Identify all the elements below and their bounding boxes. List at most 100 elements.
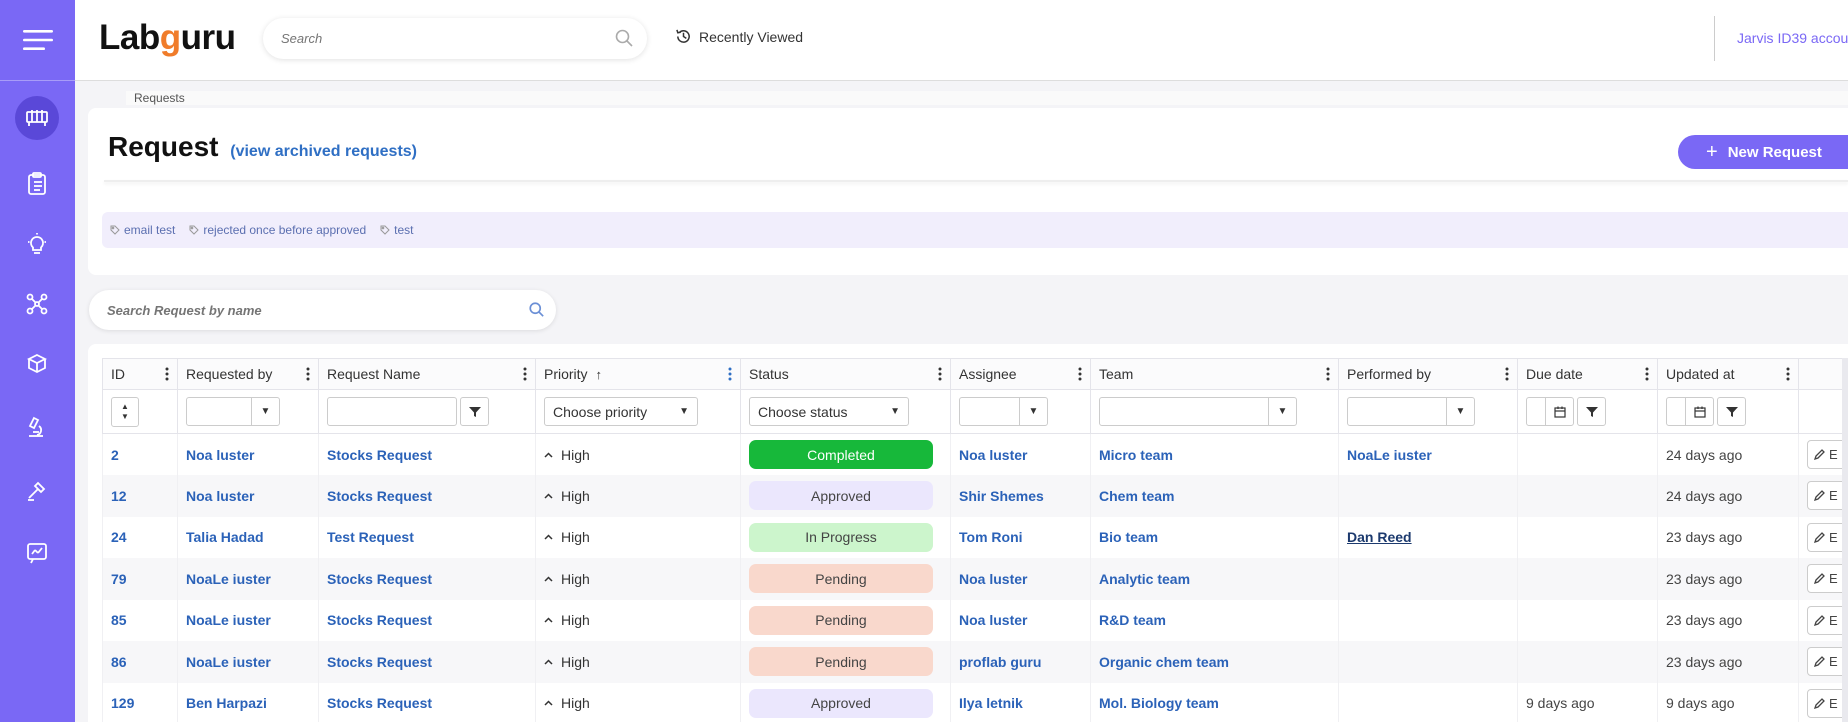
cell-team[interactable]: Organic chem team <box>1090 641 1339 683</box>
table-row[interactable]: 79 NoaLe iuster Stocks Request High Pend… <box>102 558 1848 600</box>
edit-button[interactable]: E <box>1807 440 1847 469</box>
cell-assignee[interactable]: Shir Shemes <box>950 475 1091 517</box>
cell-request-name[interactable]: Stocks Request <box>318 641 536 683</box>
rail-ideas[interactable] <box>15 222 59 266</box>
cell-performed-by[interactable] <box>1338 599 1518 641</box>
filter-button[interactable] <box>1717 397 1746 426</box>
edit-button[interactable]: E <box>1807 647 1847 677</box>
kebab-icon[interactable] <box>306 367 310 381</box>
column-header-requested-by[interactable]: Requested by <box>177 358 319 390</box>
cell-team[interactable]: Mol. Biology team <box>1090 682 1339 722</box>
cell-requested-by[interactable]: Noa luster <box>177 433 319 475</box>
rail-molecules[interactable] <box>15 282 59 326</box>
tag-chip[interactable]: email test <box>110 223 175 237</box>
account-link[interactable]: Jarvis ID39 accou <box>1737 30 1848 46</box>
cell-team[interactable]: Chem team <box>1090 475 1339 517</box>
request-name-filter-input[interactable] <box>327 397 457 426</box>
table-row[interactable]: 12 Noa luster Stocks Request High Approv… <box>102 475 1848 517</box>
cell-performed-by[interactable]: Dan Reed <box>1338 516 1518 558</box>
column-header-performed-by[interactable]: Performed by <box>1338 358 1518 390</box>
table-row[interactable]: 2 Noa luster Stocks Request High Complet… <box>102 433 1848 475</box>
cell-id[interactable]: 86 <box>102 641 178 683</box>
cell-team[interactable]: Analytic team <box>1090 558 1339 600</box>
column-header-team[interactable]: Team <box>1090 358 1339 390</box>
cell-id[interactable]: 85 <box>102 599 178 641</box>
cell-assignee[interactable]: proflab guru <box>950 641 1091 683</box>
edit-button[interactable]: E <box>1807 605 1847 635</box>
recently-viewed[interactable]: Recently Viewed <box>675 28 803 45</box>
cell-team[interactable]: Bio team <box>1090 516 1339 558</box>
column-header-updated-at[interactable]: Updated at <box>1657 358 1799 390</box>
cell-requested-by[interactable]: NoaLe iuster <box>177 599 319 641</box>
view-archived-link[interactable]: (view archived requests) <box>230 143 417 160</box>
requested-by-filter[interactable]: ▼ <box>186 397 280 426</box>
table-row[interactable]: 129 Ben Harpazi Stocks Request High Appr… <box>102 682 1848 722</box>
tag-chip[interactable]: rejected once before approved <box>189 223 366 237</box>
cell-request-name[interactable]: Test Request <box>318 516 536 558</box>
filter-button[interactable] <box>460 397 489 426</box>
rail-equipment[interactable] <box>15 96 59 140</box>
request-search-input[interactable] <box>89 290 509 330</box>
cell-performed-by[interactable] <box>1338 641 1518 683</box>
cell-id[interactable]: 2 <box>102 433 178 475</box>
vertical-scrollbar[interactable] <box>1842 358 1848 722</box>
edit-button[interactable]: E <box>1807 522 1847 552</box>
kebab-icon[interactable] <box>1645 367 1649 381</box>
kebab-icon[interactable] <box>1505 367 1509 381</box>
cell-requested-by[interactable]: NoaLe iuster <box>177 641 319 683</box>
kebab-icon[interactable] <box>1078 367 1082 381</box>
cell-team[interactable]: R&D team <box>1090 599 1339 641</box>
edit-button[interactable]: E <box>1807 564 1847 594</box>
sort-toggle-button[interactable]: ▲ ▼ <box>111 397 139 427</box>
performed-by-filter[interactable]: ▼ <box>1347 397 1475 426</box>
column-header-status[interactable]: Status <box>740 358 951 390</box>
search-icon[interactable] <box>615 29 633 47</box>
cell-request-name[interactable]: Stocks Request <box>318 558 536 600</box>
table-row[interactable]: 85 NoaLe iuster Stocks Request High Pend… <box>102 599 1848 641</box>
cell-requested-by[interactable]: Noa luster <box>177 475 319 517</box>
cell-id[interactable]: 129 <box>102 682 178 722</box>
kebab-icon[interactable] <box>523 367 527 381</box>
edit-button[interactable]: E <box>1807 688 1847 718</box>
assignee-filter[interactable]: ▼ <box>959 397 1048 426</box>
cell-team[interactable]: Micro team <box>1090 433 1339 475</box>
cell-request-name[interactable]: Stocks Request <box>318 433 536 475</box>
team-filter[interactable]: ▼ <box>1099 397 1297 426</box>
rail-tasks[interactable] <box>15 162 59 206</box>
cell-assignee[interactable]: Noa luster <box>950 599 1091 641</box>
edit-button[interactable]: E <box>1807 481 1847 511</box>
cell-performed-by[interactable] <box>1338 682 1518 722</box>
kebab-icon[interactable] <box>1786 367 1790 381</box>
cell-assignee[interactable]: Tom Roni <box>950 516 1091 558</box>
column-header-id[interactable]: ID <box>102 358 178 390</box>
cell-request-name[interactable]: Stocks Request <box>318 599 536 641</box>
kebab-icon[interactable] <box>165 367 169 381</box>
labguru-logo[interactable]: Labguru <box>99 18 236 58</box>
rail-microscope[interactable] <box>15 405 59 449</box>
column-header-request-name[interactable]: Request Name <box>318 358 536 390</box>
cell-request-name[interactable]: Stocks Request <box>318 475 536 517</box>
global-search-input[interactable] <box>263 18 583 59</box>
breadcrumb[interactable]: Requests <box>126 91 1848 105</box>
cell-request-name[interactable]: Stocks Request <box>318 682 536 722</box>
new-request-button[interactable]: + New Request <box>1678 135 1848 169</box>
rail-tools[interactable] <box>15 468 59 512</box>
cell-id[interactable]: 24 <box>102 516 178 558</box>
cell-id[interactable]: 79 <box>102 558 178 600</box>
table-row[interactable]: 24 Talia Hadad Test Request High In Prog… <box>102 516 1848 558</box>
column-header-assignee[interactable]: Assignee <box>950 358 1091 390</box>
cell-assignee[interactable]: Noa luster <box>950 558 1091 600</box>
kebab-icon[interactable] <box>728 367 732 381</box>
column-header-due-date[interactable]: Due date <box>1517 358 1658 390</box>
kebab-icon[interactable] <box>1326 367 1330 381</box>
cell-assignee[interactable]: Noa luster <box>950 433 1091 475</box>
due-date-filter[interactable] <box>1526 397 1574 426</box>
cell-requested-by[interactable]: Talia Hadad <box>177 516 319 558</box>
tag-chip[interactable]: test <box>380 223 413 237</box>
filter-button[interactable] <box>1577 397 1606 426</box>
cell-assignee[interactable]: Ilya letnik <box>950 682 1091 722</box>
cell-requested-by[interactable]: NoaLe iuster <box>177 558 319 600</box>
priority-filter-select[interactable]: Choose priority ▼ <box>544 397 698 426</box>
cell-performed-by[interactable]: NoaLe iuster <box>1338 433 1518 475</box>
column-header-priority[interactable]: Priority ↑ <box>535 358 741 390</box>
